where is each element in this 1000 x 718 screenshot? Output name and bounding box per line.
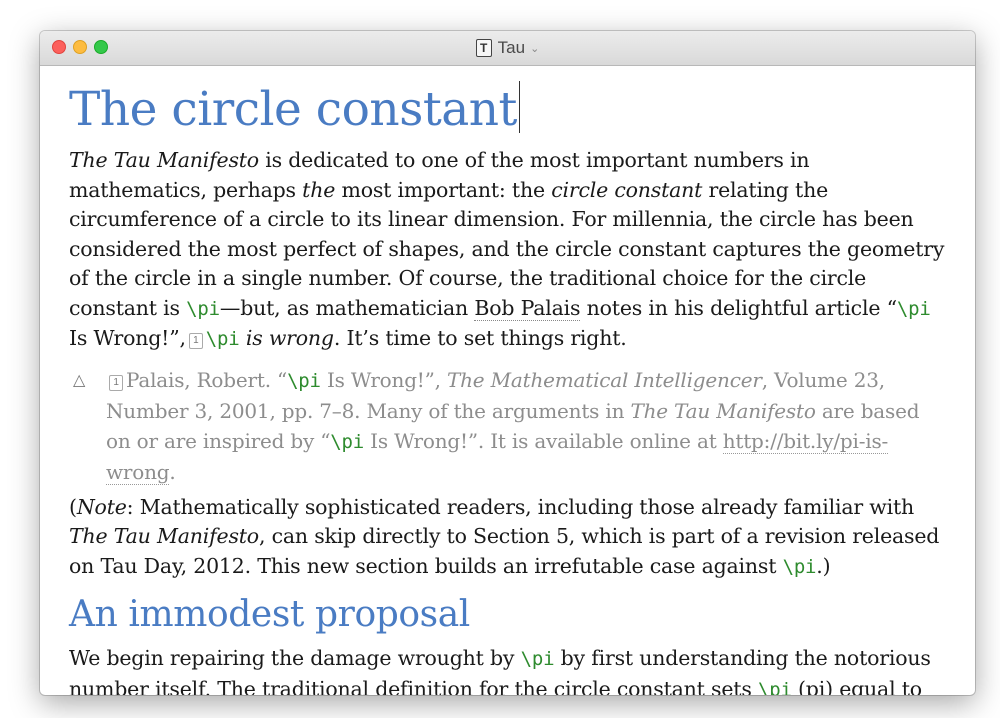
emphasis-text: The Tau Manifesto [69,524,259,548]
math-code: \pi [757,678,792,696]
intro-paragraph[interactable]: The Tau Manifesto is dedicated to one of… [69,146,949,355]
section-paragraph[interactable]: We begin repairing the damage wrought by… [69,644,949,695]
emphasis-text: circle constant [551,177,703,202]
title-bar[interactable]: T Tau ⌄ [40,31,975,66]
document-editor[interactable]: The circle constant The Tau Manifesto is… [40,66,975,695]
footnote[interactable]: △ 1 Palais, Robert. “\pi Is Wrong!”, The … [69,365,949,487]
footnote-reference[interactable]: 1 [188,333,203,349]
math-code: \pi [330,430,365,453]
emphasis-text: The Mathematical Intelligencer [446,367,762,392]
text-run: Is Wrong!”. It is available online at [364,428,723,453]
document-title[interactable]: The circle constant [69,80,949,140]
text-run: most important: the [335,177,552,202]
chevron-down-icon[interactable]: ⌄ [530,42,539,55]
hyperlink[interactable]: Bob Palais [474,295,581,321]
text-run: . It’s time to set things right. [333,326,627,350]
text-run: . [169,459,176,484]
text-run: notes in his delightful article “ [580,295,897,320]
emphasis-text: The Tau Manifesto [69,148,259,172]
footnote-text: 1 Palais, Robert. “\pi Is Wrong!”, The Ma… [106,367,920,485]
math-code: \pi [520,648,555,670]
app-window: T Tau ⌄ The circle constant The Tau Mani… [40,31,975,695]
footnote-reference[interactable]: 1 [109,374,123,391]
document-icon: T [475,39,492,57]
text-run: Is Wrong!”, [320,367,447,392]
math-code: \pi [186,297,220,320]
window-title: Tau [497,38,526,57]
text-run: .) [816,553,831,578]
emphasis-text: the [302,177,336,202]
math-code: \pi [205,328,240,350]
section-heading[interactable]: An immodest proposal [69,590,949,640]
emphasis-text: is wrong [245,326,334,350]
math-code: \pi [782,555,817,578]
text-run: —but, as mathematician [219,295,475,320]
text-run: Palais, Robert. “ [126,367,288,392]
text-run: (pi) equal to [791,676,922,696]
emphasis-text: Note [76,494,127,519]
text-run: Is Wrong!”, [69,326,186,350]
math-code: \pi [896,297,931,320]
text-run: : Mathematically sophisticated readers, … [126,494,915,519]
text-run: ( [69,494,77,519]
text-caret [518,81,521,133]
emphasis-text: The Tau Manifesto [630,398,816,423]
note-paragraph[interactable]: (Note: Mathematically sophisticated read… [69,493,949,583]
text-run: We begin repairing the damage wrought by [69,646,521,670]
footnote-collapse-icon[interactable]: △ [73,365,85,395]
window-title-menu[interactable]: T Tau ⌄ [40,31,975,65]
math-code: \pi [287,369,321,392]
